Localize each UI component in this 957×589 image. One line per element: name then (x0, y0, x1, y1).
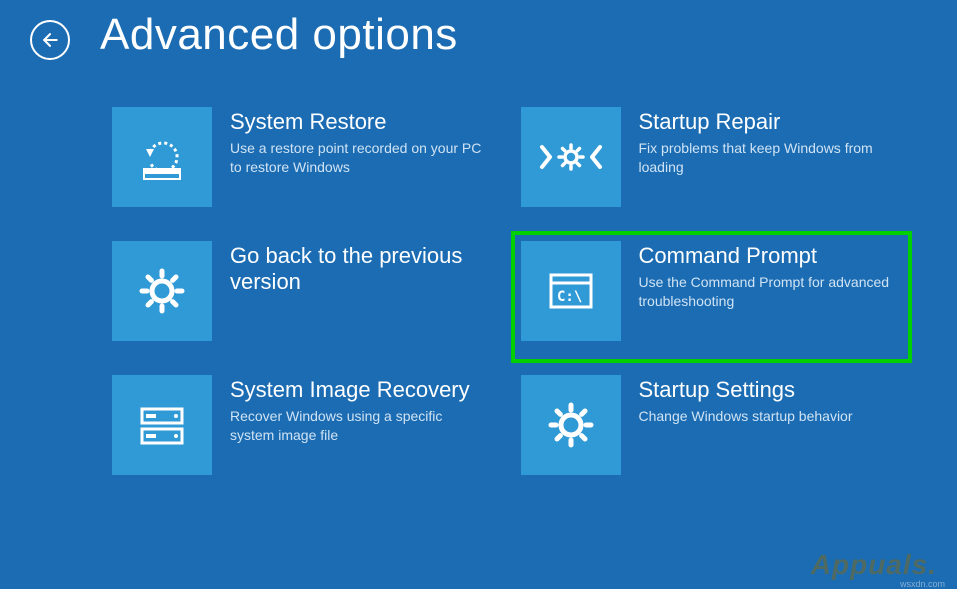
tile-desc: Fix problems that keep Windows from load… (639, 139, 891, 177)
option-command-prompt[interactable]: C:\ Command Prompt Use the Command Promp… (511, 231, 913, 363)
tile-text: Command Prompt Use the Command Prompt fo… (639, 241, 901, 311)
options-grid: System Restore Use a restore point recor… (0, 60, 957, 477)
watermark: Appuals. (811, 549, 937, 581)
tile-text: System Image Recovery Recover Windows us… (230, 375, 492, 445)
svg-text:C:\: C:\ (557, 289, 582, 305)
tile-text: Startup Repair Fix problems that keep Wi… (639, 107, 901, 177)
option-system-image-recovery[interactable]: System Image Recovery Recover Windows us… (110, 373, 494, 477)
tile-title: System Image Recovery (230, 377, 482, 403)
option-startup-settings[interactable]: Startup Settings Change Windows startup … (519, 373, 903, 477)
image-recovery-icon (112, 375, 212, 475)
tile-text: Startup Settings Change Windows startup … (639, 375, 901, 426)
tile-text: System Restore Use a restore point recor… (230, 107, 492, 177)
option-go-back[interactable]: Go back to the previous version (110, 239, 494, 343)
watermark-small: wsxdn.com (900, 579, 945, 589)
back-button[interactable] (30, 20, 70, 60)
tile-desc: Use a restore point recorded on your PC … (230, 139, 482, 177)
command-prompt-icon: C:\ (521, 241, 621, 341)
tile-title: Startup Repair (639, 109, 891, 135)
gear-icon (112, 241, 212, 341)
tile-title: System Restore (230, 109, 482, 135)
gear-icon (521, 375, 621, 475)
tile-title: Go back to the previous version (230, 243, 482, 296)
tile-desc: Use the Command Prompt for advanced trou… (639, 273, 891, 311)
page-title: Advanced options (100, 10, 458, 60)
restore-icon (112, 107, 212, 207)
repair-icon (521, 107, 621, 207)
tile-text: Go back to the previous version (230, 241, 492, 300)
arrow-left-icon (40, 30, 60, 50)
tile-desc: Recover Windows using a specific system … (230, 407, 482, 445)
option-system-restore[interactable]: System Restore Use a restore point recor… (110, 105, 494, 209)
option-startup-repair[interactable]: Startup Repair Fix problems that keep Wi… (519, 105, 903, 209)
tile-title: Command Prompt (639, 243, 891, 269)
tile-desc: Change Windows startup behavior (639, 407, 891, 426)
tile-title: Startup Settings (639, 377, 891, 403)
